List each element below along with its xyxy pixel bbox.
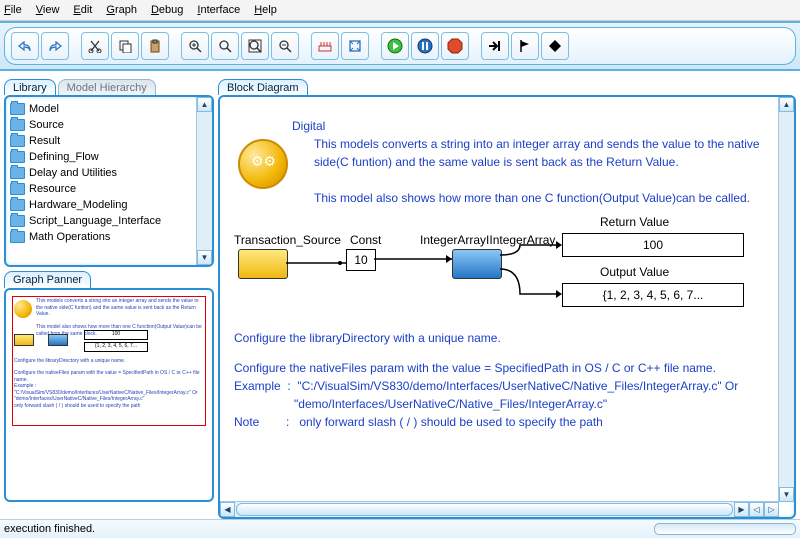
menu-file[interactable]: File xyxy=(4,4,22,16)
block-diagram-panel: ⚙⚙ Digital This models converts a string… xyxy=(218,95,796,519)
step-forward-button[interactable] xyxy=(481,32,509,60)
library-item-label: Math Operations xyxy=(29,231,110,243)
tab-library[interactable]: Library xyxy=(4,79,56,95)
library-item-label: Resource xyxy=(29,183,76,195)
scroll-up-icon[interactable]: ▲ xyxy=(779,97,794,112)
menu-bar: File View Edit Graph Debug Interface Hel… xyxy=(0,0,800,21)
menu-view[interactable]: View xyxy=(36,4,60,16)
folder-icon xyxy=(10,119,25,131)
diagram-canvas[interactable]: ⚙⚙ Digital This models converts a string… xyxy=(220,97,779,502)
status-text: execution finished. xyxy=(4,523,95,535)
folder-icon xyxy=(10,215,25,227)
menu-interface[interactable]: Interface xyxy=(197,4,240,16)
folder-icon xyxy=(10,103,25,115)
status-bar: execution finished. xyxy=(0,519,800,538)
library-item[interactable]: Defining_Flow xyxy=(10,149,208,165)
scroll-left-icon[interactable]: ◀ xyxy=(220,502,235,517)
library-item-label: Defining_Flow xyxy=(29,151,99,163)
library-item[interactable]: Script_Language_Interface xyxy=(10,213,208,229)
zoom-reset-button[interactable] xyxy=(211,32,239,60)
toolbar xyxy=(0,21,800,71)
canvas-vscroll[interactable]: ▲ ▼ xyxy=(778,97,794,502)
library-item-label: Model xyxy=(29,103,59,115)
tab-block-diagram[interactable]: Block Diagram xyxy=(218,79,308,95)
run-button[interactable] xyxy=(381,32,409,60)
paste-button[interactable] xyxy=(141,32,169,60)
library-item-label: Script_Language_Interface xyxy=(29,215,161,227)
scroll-down-icon[interactable]: ▼ xyxy=(779,487,794,502)
zoom-fit-button[interactable] xyxy=(241,32,269,60)
ruler-button[interactable] xyxy=(311,32,339,60)
wires xyxy=(220,97,779,317)
library-item[interactable]: Result xyxy=(10,133,208,149)
stop-button[interactable] xyxy=(441,32,469,60)
library-item[interactable]: Source xyxy=(10,117,208,133)
pause-button[interactable] xyxy=(411,32,439,60)
graph-panner-panel[interactable]: This models converts a string into an in… xyxy=(4,288,214,502)
canvas-hscroll[interactable]: ◀ ▶ ◁ ▷ xyxy=(220,501,779,517)
flag-button[interactable] xyxy=(511,32,539,60)
redo-button[interactable] xyxy=(41,32,69,60)
library-item-label: Delay and Utilities xyxy=(29,167,117,179)
undo-button[interactable] xyxy=(11,32,39,60)
folder-icon xyxy=(10,183,25,195)
scroll-right-icon[interactable]: ▶ xyxy=(734,502,749,517)
scroll-up-icon[interactable]: ▲ xyxy=(197,97,212,112)
zoom-out-button[interactable] xyxy=(271,32,299,60)
nav-prev-icon[interactable]: ◁ xyxy=(749,502,764,517)
tab-model-hierarchy[interactable]: Model Hierarchy xyxy=(58,79,156,95)
menu-debug[interactable]: Debug xyxy=(151,4,183,16)
folder-icon xyxy=(10,167,25,179)
config-text-2: Configure the nativeFiles param with the… xyxy=(234,359,775,431)
menu-help[interactable]: Help xyxy=(254,4,277,16)
folder-icon xyxy=(10,231,25,243)
graph-panner-title: Graph Panner xyxy=(4,271,91,288)
library-item[interactable]: Math Operations xyxy=(10,229,208,245)
diamond-button[interactable] xyxy=(541,32,569,60)
scroll-down-icon[interactable]: ▼ xyxy=(197,250,212,265)
menu-graph[interactable]: Graph xyxy=(106,4,137,16)
library-scrollbar[interactable]: ▲ ▼ xyxy=(196,97,212,265)
library-panel: Model Source Result Defining_Flow Delay and … xyxy=(4,95,214,267)
library-item-label: Result xyxy=(29,135,60,147)
hscroll-thumb[interactable] xyxy=(236,503,733,516)
copy-button[interactable] xyxy=(111,32,139,60)
config-text-1: Configure the libraryDirectory with a un… xyxy=(234,329,501,347)
folder-icon xyxy=(10,135,25,147)
fullscreen-button[interactable] xyxy=(341,32,369,60)
library-item[interactable]: Model xyxy=(10,101,208,117)
library-item-label: Source xyxy=(29,119,64,131)
zoom-in-button[interactable] xyxy=(181,32,209,60)
menu-edit[interactable]: Edit xyxy=(73,4,92,16)
progress-bar xyxy=(654,523,796,535)
nav-next-icon[interactable]: ▷ xyxy=(764,502,779,517)
library-item[interactable]: Hardware_Modeling xyxy=(10,197,208,213)
folder-icon xyxy=(10,199,25,211)
library-item-label: Hardware_Modeling xyxy=(29,199,127,211)
library-item[interactable]: Delay and Utilities xyxy=(10,165,208,181)
cut-button[interactable] xyxy=(81,32,109,60)
folder-icon xyxy=(10,151,25,163)
library-item[interactable]: Resource xyxy=(10,181,208,197)
